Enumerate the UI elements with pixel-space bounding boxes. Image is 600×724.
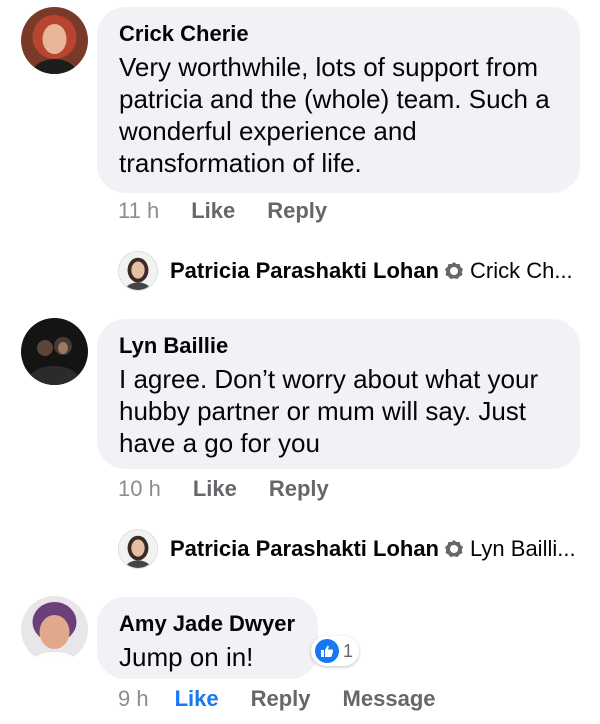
reply-mention: Crick Ch... xyxy=(470,258,573,283)
comment-text: I agree. Don’t worry about what your hub… xyxy=(119,364,539,458)
comment-bubble: Crick Cherie Very worthwhile, lots of su… xyxy=(97,7,580,193)
avatar-amy-jade-dwyer[interactable] xyxy=(21,596,88,663)
comment-actions: 11 h Like Reply xyxy=(118,194,327,228)
comment-actions: 9 h Like Reply Message xyxy=(118,682,436,716)
comment-author[interactable]: Amy Jade Dwyer xyxy=(119,611,296,637)
comment-text: Jump on in! xyxy=(119,642,254,672)
comment-actions: 10 h Like Reply xyxy=(118,472,329,506)
verified-badge-icon xyxy=(445,540,463,557)
reply-preview[interactable]: Patricia Parashakti Lohan Crick Ch... xyxy=(118,251,573,291)
reply-button[interactable]: Reply xyxy=(251,682,311,716)
comment-bubble: Lyn Baillie I agree. Don’t worry about w… xyxy=(97,319,580,469)
avatar-crick-cherie[interactable] xyxy=(21,7,88,74)
thumbs-up-icon xyxy=(315,639,339,663)
comment-bubble: Amy Jade Dwyer Jump on in! xyxy=(97,597,318,679)
comment-time[interactable]: 10 h xyxy=(118,472,161,506)
like-button[interactable]: Like xyxy=(191,194,235,228)
reply-mention: Lyn Bailli... xyxy=(470,536,576,561)
comment-time[interactable]: 11 h xyxy=(118,194,159,228)
verified-badge-icon xyxy=(445,262,463,279)
reply-author[interactable]: Patricia Parashakti Lohan xyxy=(170,258,439,284)
comment-time[interactable]: 9 h xyxy=(118,682,149,716)
comment-author[interactable]: Lyn Baillie xyxy=(119,333,558,359)
reply-button[interactable]: Reply xyxy=(269,472,329,506)
message-button[interactable]: Message xyxy=(343,682,436,716)
comment-author[interactable]: Crick Cherie xyxy=(119,21,558,47)
like-button[interactable]: Like xyxy=(193,472,237,506)
reply-button[interactable]: Reply xyxy=(267,194,327,228)
reaction-summary[interactable]: 1 xyxy=(311,636,360,666)
avatar-patricia[interactable] xyxy=(118,251,158,291)
like-button[interactable]: Like xyxy=(175,682,219,716)
reply-preview[interactable]: Patricia Parashakti Lohan Lyn Bailli... xyxy=(118,529,576,569)
reaction-count: 1 xyxy=(343,640,354,661)
comment-text: Very worthwhile, lots of support from pa… xyxy=(119,52,550,178)
avatar-patricia[interactable] xyxy=(118,529,158,569)
avatar-lyn-baillie[interactable] xyxy=(21,318,88,385)
reply-author[interactable]: Patricia Parashakti Lohan xyxy=(170,536,439,562)
